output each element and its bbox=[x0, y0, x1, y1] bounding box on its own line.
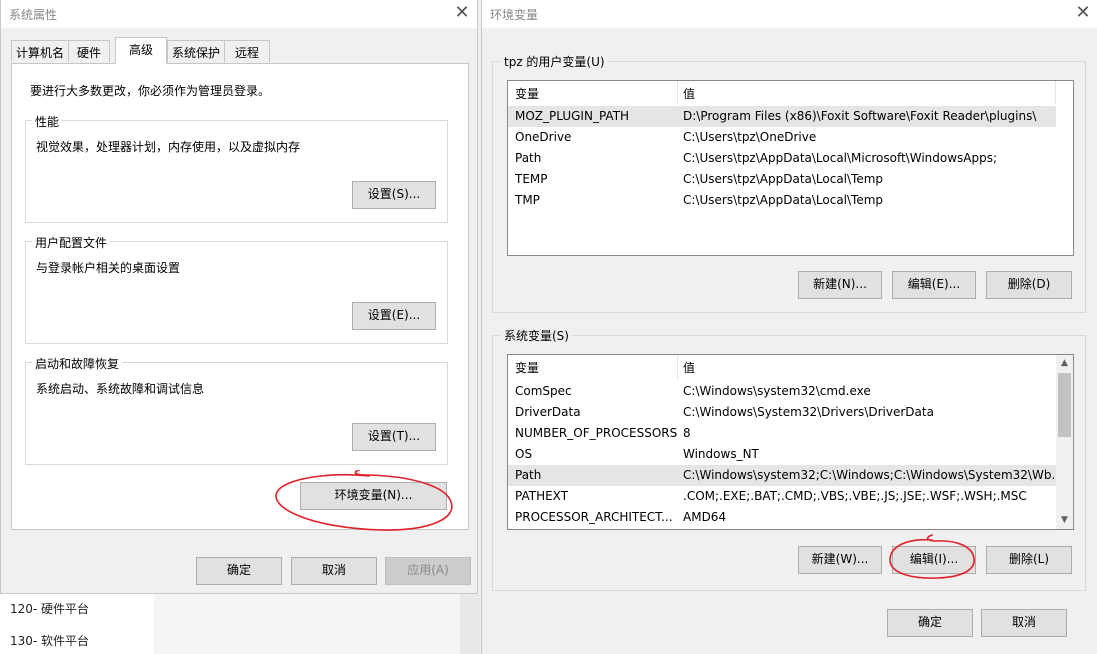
title-bar: 系统属性 ✕ bbox=[1, 0, 477, 28]
apply-button[interactable]: 应用(A) bbox=[385, 557, 471, 585]
system-variables-list[interactable]: 变量 值 ComSpec C:\Windows\system32\cmd.exe… bbox=[507, 354, 1074, 530]
column-divider[interactable] bbox=[677, 355, 678, 379]
table-row[interactable]: Path C:\Windows\system32;C:\Windows;C:\W… bbox=[508, 465, 1056, 486]
scroll-up-icon[interactable]: ▲ bbox=[1056, 355, 1073, 372]
variable-value: C:\Users\tpz\AppData\Local\Microsoft\Win… bbox=[683, 151, 998, 165]
ok-button[interactable]: 确定 bbox=[887, 609, 973, 637]
user-new-button[interactable]: 新建(N)... bbox=[798, 271, 882, 299]
scroll-down-icon[interactable]: ▼ bbox=[1056, 512, 1073, 529]
tab-advanced[interactable]: 高级 bbox=[115, 37, 167, 64]
startup-recovery-group: 启动和故障恢复 系统启动、系统故障和调试信息 设置(T)... bbox=[25, 355, 448, 465]
dialog-title: 环境变量 bbox=[490, 8, 539, 22]
startup-recovery-settings-button[interactable]: 设置(T)... bbox=[352, 423, 436, 451]
tab-computer-name[interactable]: 计算机名 bbox=[11, 40, 69, 62]
table-row[interactable]: OneDrive C:\Users\tpz\OneDrive bbox=[508, 127, 1056, 148]
list-item[interactable]: 130- 软件平台 bbox=[10, 632, 89, 649]
variable-value: D:\Program Files (x86)\Foxit Software\Fo… bbox=[683, 109, 1037, 123]
column-header-variable[interactable]: 变量 bbox=[515, 85, 539, 102]
title-bar: 环境变量 ✕ bbox=[482, 0, 1097, 28]
group-label: 用户配置文件 bbox=[32, 234, 111, 251]
variable-value: C:\Windows\system32;C:\Windows;C:\Window… bbox=[683, 468, 1055, 482]
table-row[interactable]: Path C:\Users\tpz\AppData\Local\Microsof… bbox=[508, 148, 1056, 169]
tab-system-protection[interactable]: 系统保护 bbox=[167, 40, 225, 62]
column-header-variable[interactable]: 变量 bbox=[515, 359, 539, 376]
variable-name: MOZ_PLUGIN_PATH bbox=[515, 109, 630, 123]
column-header-value[interactable]: 值 bbox=[683, 359, 695, 376]
performance-group: 性能 视觉效果，处理器计划，内存使用，以及虚拟内存 设置(S)... bbox=[25, 113, 448, 223]
variable-name: ComSpec bbox=[515, 384, 572, 398]
performance-settings-button[interactable]: 设置(S)... bbox=[352, 181, 436, 209]
variable-name: NUMBER_OF_PROCESSORS bbox=[515, 426, 677, 440]
variable-value: .COM;.EXE;.BAT;.CMD;.VBS;.VBE;.JS;.JSE;.… bbox=[683, 489, 1027, 503]
group-description: 与登录帐户相关的桌面设置 bbox=[36, 261, 181, 275]
environment-variables-dialog: 环境变量 ✕ tpz 的用户变量(U) 变量 值 MOZ_PLUGIN_PATH… bbox=[481, 0, 1097, 654]
table-row[interactable]: TMP C:\Users\tpz\AppData\Local\Temp bbox=[508, 190, 1056, 211]
group-label: 启动和故障恢复 bbox=[32, 355, 123, 372]
tab-remote[interactable]: 远程 bbox=[224, 40, 270, 62]
variable-value: 8 bbox=[683, 426, 691, 440]
cancel-button[interactable]: 取消 bbox=[981, 609, 1067, 637]
background-list: 120- 硬件平台 130- 软件平台 bbox=[0, 594, 154, 654]
vertical-scrollbar[interactable]: ▲ ▼ bbox=[1056, 355, 1073, 529]
cancel-button[interactable]: 取消 bbox=[291, 557, 377, 585]
tab-hardware[interactable]: 硬件 bbox=[68, 40, 110, 62]
list-item[interactable]: 120- 硬件平台 bbox=[10, 600, 89, 617]
table-row[interactable]: TEMP C:\Users\tpz\AppData\Local\Temp bbox=[508, 169, 1056, 190]
variable-name: Path bbox=[515, 151, 542, 165]
group-label: 性能 bbox=[32, 113, 63, 130]
environment-variables-button[interactable]: 环境变量(N)... bbox=[300, 482, 447, 510]
group-description: 系统启动、系统故障和调试信息 bbox=[36, 382, 205, 396]
variable-name: PATHEXT bbox=[515, 489, 569, 503]
group-label: tpz 的用户变量(U) bbox=[501, 53, 608, 70]
system-properties-dialog: 系统属性 ✕ 计算机名 硬件 高级 系统保护 远程 要进行大多数更改，你必须作为… bbox=[0, 0, 478, 594]
group-description: 视觉效果，处理器计划，内存使用，以及虚拟内存 bbox=[36, 140, 301, 154]
table-row[interactable]: PATHEXT .COM;.EXE;.BAT;.CMD;.VBS;.VBE;.J… bbox=[508, 486, 1056, 507]
group-label: 系统变量(S) bbox=[501, 327, 572, 344]
variable-value: C:\Windows\system32\cmd.exe bbox=[683, 384, 871, 398]
variable-name: OS bbox=[515, 447, 533, 461]
user-edit-button[interactable]: 编辑(E)... bbox=[892, 271, 976, 299]
tab-panel-advanced: 要进行大多数更改，你必须作为管理员登录。 性能 视觉效果，处理器计划，内存使用，… bbox=[11, 63, 469, 530]
column-divider[interactable] bbox=[1055, 81, 1056, 105]
table-row[interactable]: DriverData C:\Windows\System32\Drivers\D… bbox=[508, 402, 1056, 423]
system-new-button[interactable]: 新建(W)... bbox=[798, 546, 882, 574]
variable-value: AMD64 bbox=[683, 510, 727, 524]
variable-value: C:\Windows\System32\Drivers\DriverData bbox=[683, 405, 934, 419]
variable-value: C:\Users\tpz\OneDrive bbox=[683, 130, 817, 144]
system-edit-button[interactable]: 编辑(I)... bbox=[892, 546, 976, 574]
user-delete-button[interactable]: 删除(D) bbox=[986, 271, 1072, 299]
user-profiles-group: 用户配置文件 与登录帐户相关的桌面设置 设置(E)... bbox=[25, 234, 448, 344]
table-row[interactable]: MOZ_PLUGIN_PATH D:\Program Files (x86)\F… bbox=[508, 106, 1056, 127]
user-profiles-settings-button[interactable]: 设置(E)... bbox=[352, 302, 436, 330]
system-delete-button[interactable]: 删除(L) bbox=[986, 546, 1072, 574]
variable-value: Windows_NT bbox=[683, 447, 759, 461]
user-variables-list[interactable]: 变量 值 MOZ_PLUGIN_PATH D:\Program Files (x… bbox=[507, 80, 1074, 256]
variable-name: TMP bbox=[515, 193, 540, 207]
table-row[interactable]: PROCESSOR_ARCHITECT... AMD64 bbox=[508, 507, 1056, 528]
admin-note: 要进行大多数更改，你必须作为管理员登录。 bbox=[30, 84, 271, 98]
table-row[interactable]: ComSpec C:\Windows\system32\cmd.exe bbox=[508, 381, 1056, 402]
close-icon[interactable]: ✕ bbox=[451, 3, 473, 25]
column-header-value[interactable]: 值 bbox=[683, 85, 695, 102]
table-row[interactable]: OS Windows_NT bbox=[508, 444, 1056, 465]
dialog-title: 系统属性 bbox=[9, 8, 58, 22]
background-panel bbox=[154, 594, 460, 654]
close-icon[interactable]: ✕ bbox=[1072, 3, 1094, 25]
variable-name: PROCESSOR_ARCHITECT... bbox=[515, 510, 673, 524]
column-divider[interactable] bbox=[677, 81, 678, 105]
list-header: 变量 值 bbox=[508, 355, 1073, 379]
variable-name: OneDrive bbox=[515, 130, 572, 144]
list-header: 变量 值 bbox=[508, 81, 1073, 105]
ok-button[interactable]: 确定 bbox=[196, 557, 282, 585]
variable-name: TEMP bbox=[515, 172, 548, 186]
variable-name: DriverData bbox=[515, 405, 581, 419]
variable-name: Path bbox=[515, 468, 542, 482]
variable-value: C:\Users\tpz\AppData\Local\Temp bbox=[683, 172, 884, 186]
variable-value: C:\Users\tpz\AppData\Local\Temp bbox=[683, 193, 884, 207]
scroll-thumb[interactable] bbox=[1058, 373, 1071, 437]
table-row[interactable]: NUMBER_OF_PROCESSORS 8 bbox=[508, 423, 1056, 444]
